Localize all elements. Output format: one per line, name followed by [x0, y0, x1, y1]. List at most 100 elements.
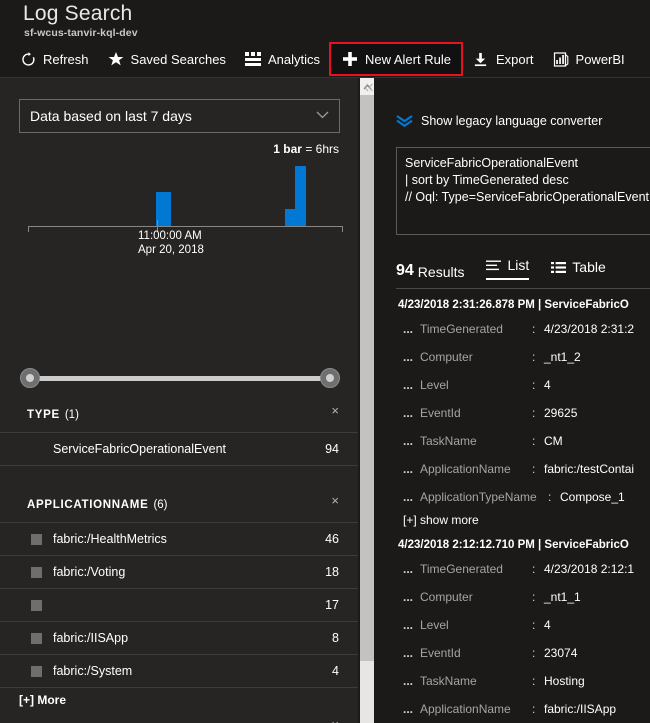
- result-record-title: 4/23/2018 2:31:26.878 PM | ServiceFabric…: [398, 299, 629, 311]
- facet-row-label: fabric:/System: [53, 664, 133, 678]
- result-field[interactable]: ... ApplicationName : fabric:/IISApp: [396, 695, 650, 723]
- field-expand-icon[interactable]: ...: [396, 462, 420, 476]
- query-editor[interactable]: ServiceFabricOperationalEvent | sort by …: [396, 147, 650, 235]
- results-divider: [396, 288, 650, 289]
- double-chevron-down-icon: [396, 114, 413, 128]
- show-more-button[interactable]: [+] show more: [396, 511, 650, 533]
- field-key: TimeGenerated: [420, 322, 503, 336]
- powerbi-button[interactable]: PowerBI: [543, 42, 634, 76]
- field-key: Level: [420, 618, 449, 632]
- result-record[interactable]: 4/23/2018 2:12:12.710 PM | ServiceFabric…: [396, 533, 650, 723]
- slider-track: [30, 376, 330, 381]
- facet-row[interactable]: fabric:/IISApp 8: [0, 622, 358, 655]
- facet-row-label: fabric:/IISApp: [53, 631, 129, 645]
- result-record[interactable]: 4/23/2018 2:31:26.878 PM | ServiceFabric…: [396, 293, 650, 533]
- analytics-button[interactable]: Analytics: [235, 42, 329, 76]
- filters-pane-scrollbar[interactable]: [360, 78, 374, 723]
- field-colon: :: [532, 674, 536, 688]
- tab-list[interactable]: List: [486, 257, 530, 280]
- field-expand-icon[interactable]: ...: [396, 322, 420, 336]
- facet-row[interactable]: fabric:/HealthMetrics 46: [0, 523, 358, 556]
- result-field[interactable]: ... Computer : _nt1_1: [396, 583, 650, 611]
- export-button[interactable]: Export: [463, 42, 543, 76]
- facet-count: (1): [64, 409, 79, 421]
- result-field[interactable]: ... TimeGenerated : 4/23/2018 2:12:1: [396, 555, 650, 583]
- field-key: TimeGenerated: [420, 562, 503, 576]
- checkbox-icon[interactable]: [31, 665, 42, 677]
- tab-table[interactable]: Table: [551, 259, 606, 280]
- field-expand-icon[interactable]: ...: [396, 646, 420, 660]
- facet-row[interactable]: fabric:/Voting 18: [0, 556, 358, 589]
- field-colon: :: [532, 350, 536, 364]
- facet-row[interactable]: 17: [0, 589, 358, 622]
- command-toolbar: Refresh Saved Searches Analytics New Ale…: [0, 42, 650, 76]
- result-field[interactable]: ... EventId : 29625: [396, 399, 650, 427]
- result-field[interactable]: ... TimeGenerated : 4/23/2018 2:31:2: [396, 315, 650, 343]
- new-alert-rule-button[interactable]: New Alert Rule: [328, 42, 463, 76]
- refresh-icon: [19, 50, 37, 68]
- facet-more-button[interactable]: [+] More: [0, 688, 358, 712]
- field-value: 4: [544, 618, 551, 632]
- checkbox-icon[interactable]: [31, 566, 42, 578]
- close-icon[interactable]: ×: [331, 494, 339, 507]
- scrollbar-thumb[interactable]: [360, 95, 374, 661]
- field-value: _nt1_2: [544, 350, 581, 364]
- refresh-button[interactable]: Refresh: [10, 42, 98, 76]
- chart-bar[interactable]: [295, 166, 306, 226]
- field-value: 4/23/2018 2:12:1: [544, 562, 635, 576]
- field-key: Computer: [420, 350, 473, 364]
- field-colon: :: [532, 702, 536, 716]
- time-range-select[interactable]: Data based on last 7 days: [19, 99, 340, 133]
- field-expand-icon[interactable]: ...: [396, 590, 420, 604]
- facet-row-label: ServiceFabricOperationalEvent: [53, 442, 226, 456]
- chart-bar[interactable]: [285, 209, 295, 226]
- field-value: 23074: [544, 646, 578, 660]
- download-icon: [472, 50, 490, 68]
- result-field[interactable]: ... Level : 4: [396, 611, 650, 639]
- time-range-slider[interactable]: [20, 368, 340, 390]
- result-field[interactable]: ... ApplicationTypeName : Compose_1: [396, 483, 650, 511]
- slider-thumb-end[interactable]: [320, 368, 340, 388]
- results-header: 94 Results List Table: [396, 257, 606, 280]
- facet-row[interactable]: fabric:/System 4: [0, 655, 358, 688]
- field-expand-icon[interactable]: ...: [396, 674, 420, 688]
- facet-count: (6): [153, 499, 168, 511]
- saved-searches-button[interactable]: Saved Searches: [98, 42, 235, 76]
- close-icon[interactable]: ×: [331, 718, 339, 723]
- result-field[interactable]: ... TaskName : Hosting: [396, 667, 650, 695]
- facet-row[interactable]: ServiceFabricOperationalEvent 94: [0, 433, 358, 466]
- checkbox-icon[interactable]: [31, 599, 42, 611]
- field-expand-icon[interactable]: ...: [396, 406, 420, 420]
- field-expand-icon[interactable]: ...: [396, 490, 420, 504]
- chart-bar-equals: = 6hrs: [305, 142, 339, 156]
- chart-bar-unit-legend: 1 bar = 6hrs: [273, 142, 339, 156]
- result-field[interactable]: ... Level : 4: [396, 371, 650, 399]
- chart-bar[interactable]: [156, 192, 171, 226]
- checkbox-icon[interactable]: [31, 632, 42, 644]
- field-expand-icon[interactable]: ...: [396, 434, 420, 448]
- field-expand-icon[interactable]: ...: [396, 702, 420, 716]
- result-field[interactable]: ... ApplicationName : fabric:/testContai: [396, 455, 650, 483]
- field-expand-icon[interactable]: ...: [396, 562, 420, 576]
- facet-row-label: fabric:/Voting: [53, 565, 126, 579]
- field-expand-icon[interactable]: ...: [396, 378, 420, 392]
- new-alert-rule-label: New Alert Rule: [364, 51, 451, 67]
- field-colon: :: [548, 490, 552, 504]
- field-value: 29625: [544, 406, 578, 420]
- facet-row-count: 4: [332, 664, 339, 678]
- field-key: EventId: [420, 406, 461, 420]
- result-field[interactable]: ... TaskName : CM: [396, 427, 650, 455]
- chart-axis-tick: [342, 226, 343, 232]
- close-icon[interactable]: ×: [331, 404, 339, 417]
- result-field[interactable]: ... Computer : _nt1_2: [396, 343, 650, 371]
- slider-thumb-start[interactable]: [20, 368, 40, 388]
- checkbox-icon[interactable]: [31, 533, 42, 545]
- chart-plot-area: [28, 164, 343, 226]
- show-legacy-converter-toggle[interactable]: Show legacy language converter: [396, 114, 602, 128]
- field-key: EventId: [420, 646, 461, 660]
- collapse-pane-icon[interactable]: [361, 80, 375, 94]
- facet-header: APPLICATIONNAME (6) ×: [0, 488, 358, 522]
- field-expand-icon[interactable]: ...: [396, 618, 420, 632]
- field-expand-icon[interactable]: ...: [396, 350, 420, 364]
- result-field[interactable]: ... EventId : 23074: [396, 639, 650, 667]
